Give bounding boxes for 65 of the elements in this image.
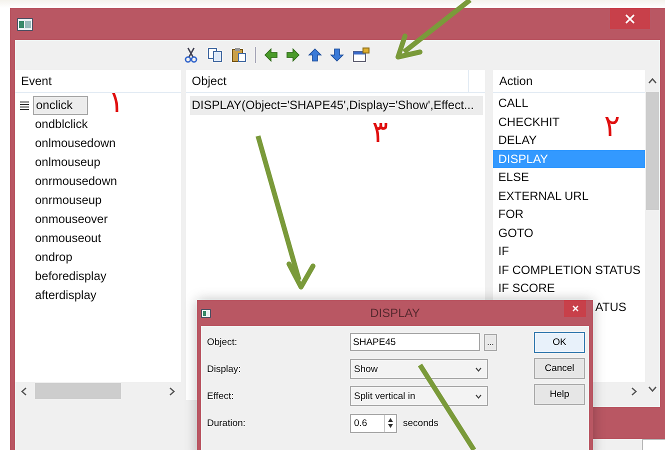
chevron-icon [475,366,482,372]
scroll-right-icon[interactable] [631,386,638,396]
scroll-up-icon[interactable] [648,78,658,84]
annotation-number: ٣ [372,118,388,148]
event-item[interactable]: onlmouseup [33,153,114,172]
scroll-right-icon[interactable] [168,386,175,396]
event-item[interactable]: onmouseout [33,229,116,248]
properties-icon[interactable] [352,47,370,63]
list-icon [20,100,28,110]
dialog-button[interactable]: OK [534,332,585,353]
close-button[interactable] [564,300,586,317]
dropdown[interactable]: Split vertical in [350,386,488,406]
app-icon [201,309,211,318]
app-icon [17,18,33,30]
field-label: Object: [207,336,238,348]
spin-down-icon[interactable] [388,424,393,428]
event-item[interactable]: beforedisplay [33,267,120,286]
spin-field[interactable]: 0.6 [350,414,397,432]
spin-up-icon[interactable] [388,418,393,422]
action-item[interactable]: CHECKHIT [493,112,560,131]
dropdown[interactable]: Show [350,359,488,379]
dialog-button[interactable]: Help [534,384,585,405]
event-item[interactable]: onrmouseup [33,191,116,210]
action-item[interactable]: FOR [493,205,524,224]
unit-label: seconds [403,418,438,428]
left-arrow-icon[interactable] [264,48,278,62]
annotation-number: ٢ [604,112,620,142]
event-item[interactable]: onlmousedown [33,134,130,153]
scroll-left-icon[interactable] [21,386,27,396]
paste-icon[interactable] [231,47,247,63]
event-item[interactable]: ondrop [33,248,86,267]
column-header[interactable]: Object [186,70,470,93]
object-field[interactable]: SHAPE45 [350,333,480,351]
close-button[interactable] [610,8,650,29]
event-item[interactable]: onclick [33,96,88,115]
event-item[interactable]: ondblclick [33,115,102,134]
scroll-down-icon[interactable] [648,386,658,392]
action-item[interactable]: IF COMPLETION STATUS [493,260,640,279]
event-item[interactable]: onrmousedown [33,172,132,191]
action-item[interactable]: IF [493,242,509,260]
up-arrow-icon[interactable] [308,48,322,62]
action-item[interactable]: IF SCORE [493,279,555,298]
event-item[interactable]: onmouseover [33,210,122,229]
cut-icon[interactable] [183,47,199,63]
chevron-icon [475,394,482,398]
dialog-title: DISPLAY [370,306,420,320]
horizontal-scrollbar[interactable] [15,382,181,400]
field-label: Effect: [207,390,235,402]
field-label: Duration: [207,418,247,428]
object-row[interactable]: DISPLAY(Object='SHAPE45',Display='Show',Effect... [190,96,484,115]
close-icon [625,14,635,24]
copy-icon[interactable] [207,47,223,63]
dialog-button[interactable]: Cancel [534,358,585,379]
field-label: Display: [207,364,242,374]
right-arrow-icon[interactable] [286,48,300,62]
action-item[interactable]: ELSE [493,168,529,186]
down-arrow-icon[interactable] [330,48,344,62]
action-item[interactable]: DELAY [493,131,537,150]
column-header[interactable]: Event [15,70,181,93]
event-item[interactable]: afterdisplay [33,286,110,305]
action-item[interactable]: CALL [493,94,528,112]
close-icon [572,305,578,312]
browse-button[interactable]: ... [484,334,497,350]
action-item[interactable]: EXTERNAL URL [493,186,589,205]
action-item[interactable]: GOTO [493,224,534,242]
